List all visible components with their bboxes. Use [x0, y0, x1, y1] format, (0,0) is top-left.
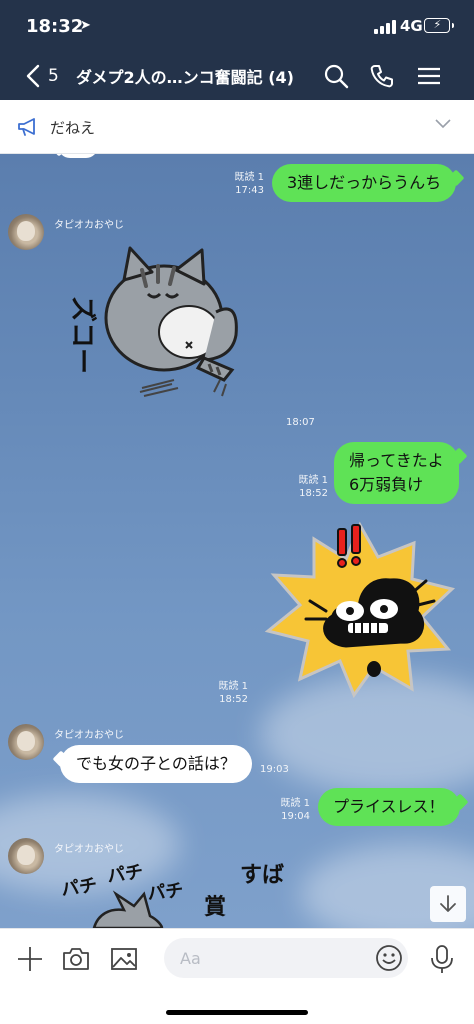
menu-icon: [418, 67, 440, 85]
search-icon: [324, 64, 349, 89]
camera-button[interactable]: [60, 943, 92, 975]
arrow-down-icon: [440, 895, 456, 912]
message-time: 17:43: [235, 185, 264, 196]
read-receipt: 既読 1: [218, 681, 248, 692]
read-receipt: 既読 1: [280, 798, 310, 809]
message-text: 3連しだっからうんち: [287, 173, 442, 192]
menu-button[interactable]: [416, 62, 444, 90]
back-button[interactable]: 5: [22, 62, 68, 92]
sticker-text: すば: [240, 863, 284, 888]
battery-charging-icon: ⚡: [424, 18, 454, 33]
emoji-button[interactable]: [374, 943, 404, 973]
sticker-text: パチ: [60, 875, 99, 901]
read-receipt: 既読 1: [234, 172, 264, 183]
microphone-icon: [431, 945, 453, 973]
camera-icon: [63, 948, 89, 970]
message-text-line: 6万弱負け: [349, 475, 424, 494]
chat-header: 5 ダメプ2人の…ンコ奮闘記 (4): [0, 52, 474, 100]
chat-messages[interactable]: 既読 1 17:43 3連しだっからうんち タピオカおやじ ズコー 18:07 …: [0, 154, 474, 928]
chevron-down-icon[interactable]: [434, 118, 452, 130]
message-bubble-outgoing[interactable]: プライスレス！: [318, 788, 460, 826]
call-button[interactable]: [368, 62, 396, 90]
message-text-line: 帰ってきたよ: [349, 451, 444, 470]
message-time: 19:04: [281, 811, 310, 822]
message-time: 18:07: [286, 417, 315, 428]
photo-button[interactable]: [108, 943, 140, 975]
message-meta: 既読 1 17:43: [226, 171, 264, 197]
image-icon: [111, 948, 137, 970]
status-time: 18:32: [26, 16, 84, 37]
scroll-to-bottom-button[interactable]: [430, 886, 466, 922]
announcement-bar[interactable]: だねえ: [0, 100, 474, 154]
phone-icon: [370, 65, 393, 88]
announcement-text: だねえ: [50, 119, 96, 137]
search-button[interactable]: [322, 62, 350, 90]
sender-name: タピオカおやじ: [54, 730, 124, 741]
message-text: プライスレス！: [333, 797, 445, 816]
status-bar: 18:32 ➤ 4G ⚡: [0, 0, 474, 52]
clapping-cat-sticker[interactable]: パチ パチ パチ すば 賞: [54, 854, 284, 928]
signal-strength-icon: [374, 20, 396, 34]
message-bubble-outgoing[interactable]: 帰ってきたよ 6万弱負け: [334, 442, 459, 504]
shocked-skeleton-cat-sticker[interactable]: [262, 519, 458, 699]
avatar[interactable]: [8, 214, 44, 250]
partial-message-bubble: [58, 154, 98, 158]
sender-name: タピオカおやじ: [54, 844, 124, 855]
home-indicator[interactable]: [166, 1010, 308, 1015]
avatar[interactable]: [8, 838, 44, 874]
gray-tabby-cat-sliding-sticker[interactable]: ズコー: [54, 240, 264, 420]
avatar[interactable]: [8, 724, 44, 760]
emoji-icon: [376, 945, 402, 971]
message-time: 19:03: [260, 764, 289, 775]
message-bubble-outgoing[interactable]: 3連しだっからうんち: [272, 164, 457, 202]
location-arrow-icon: ➤: [80, 18, 91, 33]
sticker-text: ズコー: [67, 296, 98, 374]
message-input[interactable]: [164, 938, 408, 978]
sender-name: タピオカおやじ: [54, 220, 124, 231]
sticker-text: 賞: [204, 894, 226, 920]
read-receipt: 既読 1: [298, 475, 328, 486]
sticker-text: パチ: [106, 861, 145, 887]
message-meta: 既読 1 18:52: [216, 680, 248, 706]
message-time: 18:52: [299, 488, 328, 499]
message-bubble-incoming[interactable]: でも女の子との話は？: [60, 745, 252, 783]
message-meta: 既読 1 18:52: [290, 474, 328, 500]
megaphone-icon: [18, 118, 35, 136]
network-type: 4G: [400, 17, 423, 35]
message-time: 18:52: [219, 694, 248, 705]
message-meta: 既読 1 19:04: [278, 797, 310, 823]
message-text: でも女の子との話は？: [76, 754, 236, 773]
chat-title[interactable]: ダメプ2人の…ンコ奮闘記 (4): [76, 64, 306, 88]
sticker-text: パチ: [146, 880, 184, 905]
add-attachment-button[interactable]: [14, 943, 46, 975]
voice-input-button[interactable]: [426, 943, 458, 975]
chevron-left-icon: [26, 64, 40, 88]
plus-icon: [18, 947, 42, 971]
unread-chats-count: 5: [48, 66, 59, 86]
